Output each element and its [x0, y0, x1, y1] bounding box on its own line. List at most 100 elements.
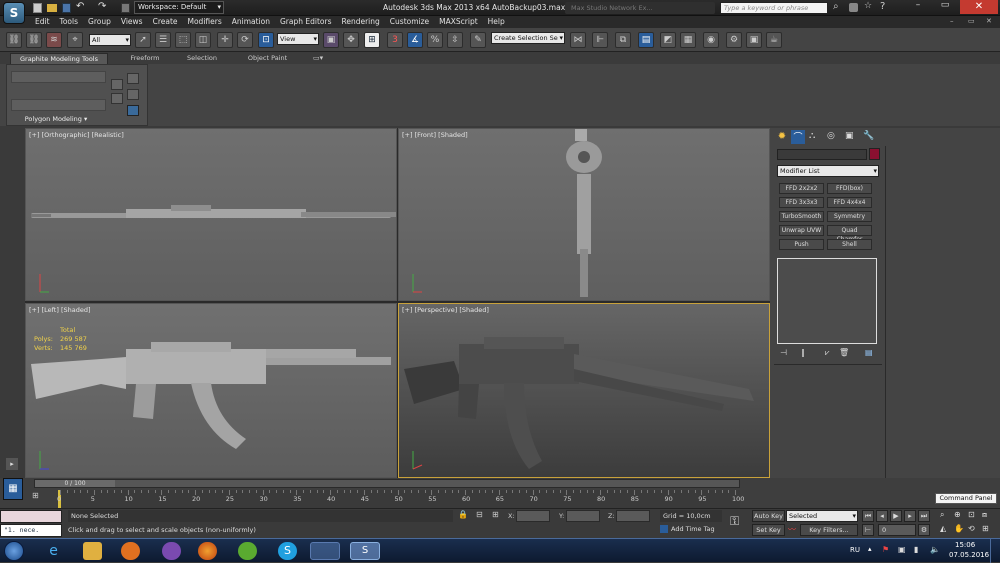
modifier-button-shell[interactable]: Shell [827, 239, 872, 250]
window-close-icon[interactable]: ✕ [986, 17, 992, 25]
bind-space-warp-icon[interactable]: ≋ [46, 32, 62, 48]
minimize-button[interactable]: – [905, 0, 931, 14]
firefox-icon[interactable] [198, 542, 217, 560]
subscription-icon[interactable] [849, 3, 858, 12]
move-icon[interactable]: ✛ [217, 32, 233, 48]
next-frame-icon[interactable]: ▸ [904, 510, 916, 522]
polygon-modeling-label[interactable]: Polygon Modeling ▾ [6, 115, 106, 123]
mirror-icon[interactable]: ⋈ [570, 32, 586, 48]
add-time-tag[interactable]: Add Time Tag [671, 525, 715, 533]
select-by-name-icon[interactable]: ☰ [155, 32, 171, 48]
internet-explorer-icon[interactable]: e [44, 542, 63, 560]
viewport-left[interactable]: [+] [Left] [Shaded] Total Polys: 269 587 … [25, 303, 397, 478]
viewport-front[interactable]: [+] [Front] [Shaded] [398, 128, 770, 301]
3dsmax-taskbar-icon[interactable] [310, 542, 340, 560]
menu-item-rendering[interactable]: Rendering [341, 16, 379, 28]
app-logo-icon[interactable]: S [3, 2, 25, 24]
rectangular-selection-icon[interactable]: ⬚ [175, 32, 191, 48]
isolate-icon[interactable]: ⊟ [476, 510, 483, 519]
object-color-swatch[interactable] [869, 148, 880, 160]
angle-snap-icon[interactable]: ∡ [407, 32, 423, 48]
maximize-button[interactable]: ▭ [932, 0, 958, 14]
network-icon[interactable]: ▮ [914, 545, 918, 554]
set-key-icon[interactable]: ⚿ [730, 514, 739, 529]
menu-item-help[interactable]: Help [488, 16, 505, 28]
key-mode-toggle-icon[interactable]: ⊢ [862, 524, 874, 536]
previous-frame-icon[interactable]: ◂ [876, 510, 888, 522]
utilities-tab-icon[interactable]: 🔧 [863, 131, 874, 141]
start-button[interactable] [4, 541, 24, 561]
pin-stack-icon[interactable]: ⊣ [780, 348, 787, 357]
link-icon[interactable]: ⛓ [6, 32, 22, 48]
search-input[interactable]: Type a keyword or phrase [720, 2, 828, 14]
clock-time[interactable]: 15:06 [955, 541, 975, 549]
quick-access-save-icon[interactable] [62, 3, 71, 13]
z-coordinate-field[interactable] [616, 510, 650, 522]
window-minimize-icon[interactable]: – [950, 17, 954, 25]
viber-icon[interactable] [162, 542, 181, 560]
go-to-end-icon[interactable]: ⏭ [918, 510, 930, 522]
workspace-dropdown[interactable]: Workspace: Default ▾ [134, 1, 224, 14]
menu-item-views[interactable]: Views [121, 16, 143, 28]
communication-center-icon[interactable]: ☆ [864, 1, 872, 11]
viewport-layout-icon[interactable]: ▦ [3, 478, 23, 500]
modifier-button-ffd-3x3x3[interactable]: FFD 3x3x3 [779, 197, 824, 208]
menu-item-modifiers[interactable]: Modifiers [188, 16, 222, 28]
layer-manager-icon[interactable]: ⧉ [615, 32, 631, 48]
ribbon-side-button-3[interactable] [127, 73, 139, 84]
menu-item-animation[interactable]: Animation [232, 16, 270, 28]
help-icon[interactable]: ? [880, 1, 885, 12]
select-object-icon[interactable]: ➚ [135, 32, 151, 48]
modifier-stack[interactable] [777, 258, 877, 344]
reference-coordinate-dropdown[interactable]: View [277, 33, 319, 45]
hold-icon[interactable] [121, 3, 130, 13]
show-hidden-icons-icon[interactable]: ▴ [868, 545, 872, 553]
modifier-button-unwrap-uvw[interactable]: Unwrap UVW [779, 225, 824, 236]
menu-item-graph-editors[interactable]: Graph Editors [280, 16, 332, 28]
tab-selection[interactable]: Selection [182, 54, 222, 62]
key-filter-icon[interactable]: 〰 [788, 524, 796, 535]
pivot-center-icon[interactable]: ▣ [323, 32, 339, 48]
file-explorer-icon[interactable] [83, 542, 102, 560]
y-coordinate-field[interactable] [566, 510, 600, 522]
modifier-button-quad-chamfer[interactable]: Quad Chamfer [827, 225, 872, 243]
maximize-viewport-icon[interactable]: ⊞ [982, 524, 989, 533]
time-slider[interactable]: 0 / 100 [34, 479, 740, 488]
menu-item-group[interactable]: Group [88, 16, 111, 28]
schematic-view-icon[interactable]: ▦ [680, 32, 696, 48]
unlink-icon[interactable]: ⛓ [26, 32, 42, 48]
remove-modifier-icon[interactable]: 🗑 [839, 348, 849, 357]
maxscript-output[interactable]: "1. nece. [0, 524, 62, 537]
key-filters-button[interactable]: Key Filters... [800, 524, 858, 536]
graphite-toggle-icon[interactable]: ▤ [638, 32, 654, 48]
percent-snap-icon[interactable]: % [427, 32, 443, 48]
ribbon-side-button-4[interactable] [127, 89, 139, 100]
show-end-result-icon[interactable]: ‖ [801, 348, 805, 357]
lock-selection-icon[interactable]: 🔒 [458, 510, 468, 519]
input-language[interactable]: RU [850, 546, 860, 554]
named-selection-dropdown[interactable]: Create Selection Se [491, 32, 565, 44]
rendered-frame-window-icon[interactable]: ▣ [746, 32, 762, 48]
time-config-icon[interactable]: ⚙ [918, 524, 930, 536]
tab-freeform[interactable]: Freeform [125, 54, 165, 62]
spinner-snap-icon[interactable]: ⇳ [447, 32, 463, 48]
zoom-all-icon[interactable]: ⊕ [954, 510, 961, 519]
modifier-button-turbosmooth[interactable]: TurboSmooth [779, 211, 824, 222]
curve-editor-icon[interactable]: ◩ [660, 32, 676, 48]
ribbon-side-button-5[interactable] [127, 105, 139, 116]
viewport-orthographic[interactable]: [+] [Orthographic] [Realistic] [25, 128, 397, 301]
auto-key-button[interactable]: Auto Key [752, 510, 785, 522]
redo-icon[interactable]: ↷ [98, 1, 106, 12]
quick-access-open-icon[interactable] [47, 4, 57, 12]
tray-flag-icon[interactable]: ⚑ [882, 545, 889, 554]
viewport-label[interactable]: [+] [Orthographic] [Realistic] [29, 131, 124, 139]
current-frame-field[interactable]: 0 [878, 524, 916, 536]
expand-arrow-icon[interactable]: ▸ [6, 458, 18, 470]
zoom-extents-all-icon[interactable]: ⧈ [982, 510, 987, 520]
menu-item-create[interactable]: Create [153, 16, 178, 28]
create-tab-icon[interactable]: ✹ [775, 131, 789, 144]
modify-tab-icon[interactable]: ⌒ [791, 130, 805, 144]
field-of-view-icon[interactable]: ◭ [940, 524, 946, 533]
menu-item-tools[interactable]: Tools [60, 16, 78, 28]
make-unique-icon[interactable]: ⩗ [825, 348, 830, 358]
